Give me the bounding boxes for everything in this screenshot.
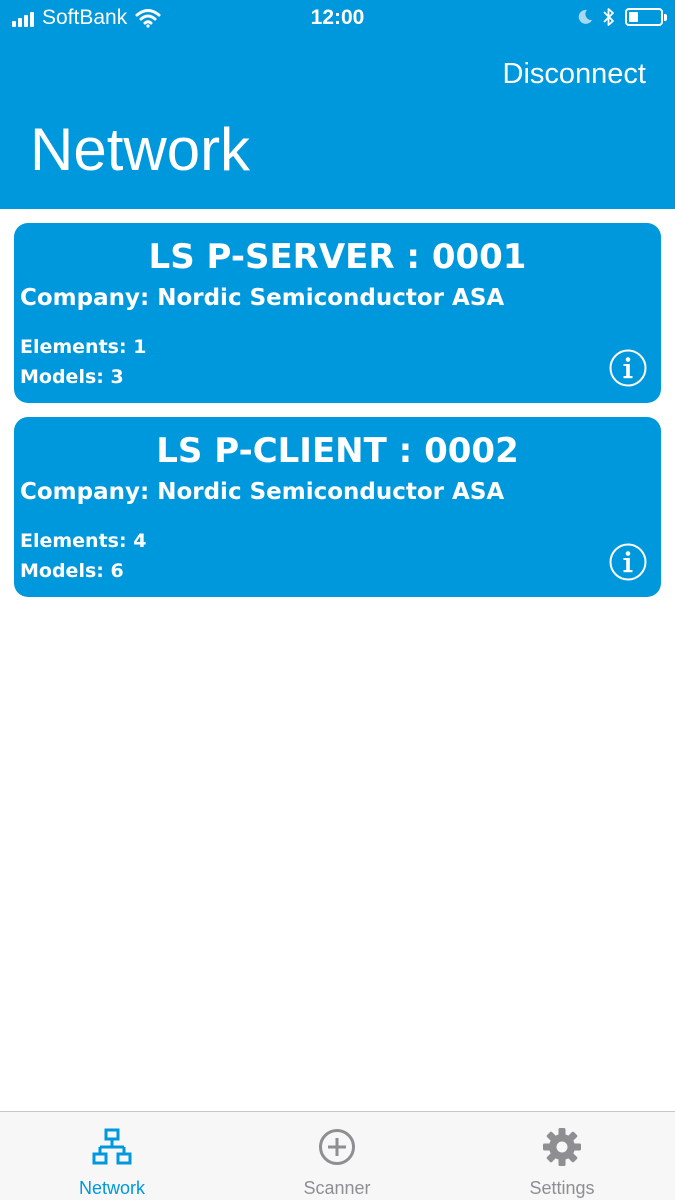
node-title: LS P-CLIENT : 0002	[156, 431, 519, 471]
gear-icon	[543, 1128, 581, 1166]
battery-tip	[664, 14, 667, 21]
tab-bar: Network Scanner Settings	[0, 1111, 675, 1200]
info-icon[interactable]	[609, 543, 647, 581]
navigation-header: SoftBank 12:00 Disconnect Network	[0, 0, 675, 209]
bluetooth-icon	[603, 8, 614, 26]
node-card-server[interactable]: LS P-SERVER : 0001 Company: Nordic Semic…	[14, 223, 661, 403]
tab-network[interactable]: Network	[32, 1112, 192, 1200]
node-elements: Elements: 4	[20, 530, 147, 552]
status-bar: SoftBank 12:00	[0, 0, 675, 38]
node-title: LS P-SERVER : 0001	[148, 237, 527, 277]
add-circle-icon	[319, 1129, 355, 1165]
tab-label: Network	[78, 1178, 145, 1198]
disconnect-button[interactable]: Disconnect	[503, 58, 646, 91]
status-right	[577, 7, 667, 27]
node-models: Models: 6	[20, 560, 124, 582]
status-time: 12:00	[310, 6, 365, 29]
page-title: Network	[30, 116, 251, 183]
node-models: Models: 3	[20, 366, 124, 388]
network-screen: SoftBank 12:00 Disconnect Network LS P-S…	[0, 0, 675, 1200]
tab-scanner[interactable]: Scanner	[257, 1112, 417, 1200]
node-company: Company: Nordic Semiconductor ASA	[20, 479, 505, 505]
tab-settings[interactable]: Settings	[482, 1112, 642, 1200]
battery-level	[629, 12, 638, 22]
network-icon	[92, 1128, 132, 1165]
tab-label: Settings	[529, 1178, 595, 1198]
node-card-client[interactable]: LS P-CLIENT : 0002 Company: Nordic Semic…	[14, 417, 661, 597]
info-icon[interactable]	[609, 349, 647, 387]
tab-label: Scanner	[303, 1178, 371, 1198]
node-company: Company: Nordic Semiconductor ASA	[20, 285, 505, 311]
do-not-disturb-moon-icon	[578, 9, 592, 24]
battery-icon	[625, 8, 667, 26]
node-elements: Elements: 1	[20, 336, 147, 358]
